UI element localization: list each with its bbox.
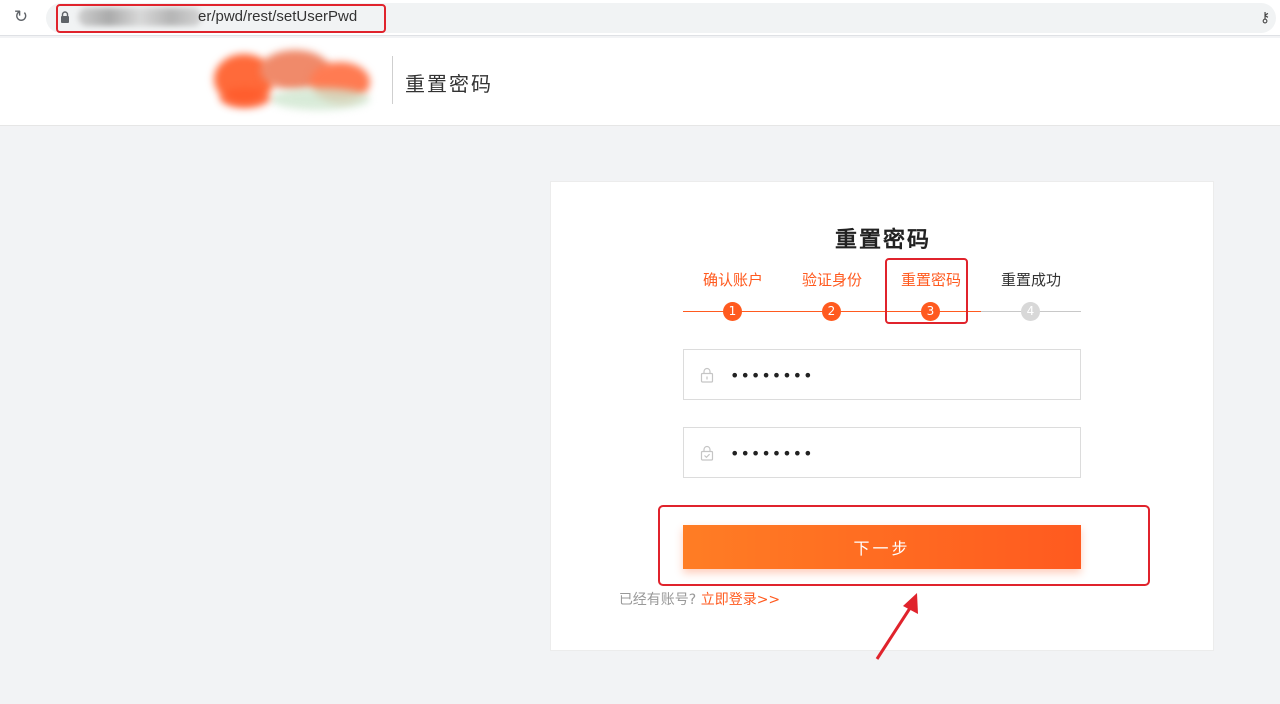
lock-check-icon <box>700 445 714 461</box>
step-number: 1 <box>723 302 742 321</box>
annotation-box-button <box>658 505 1150 586</box>
step-label: 验证身份 <box>801 271 862 289</box>
step-verify-identity: 验证身份 <box>782 266 882 294</box>
header-divider <box>392 56 393 104</box>
login-question: 已经有账号? <box>618 592 697 608</box>
login-now-link[interactable]: 立即登录>> <box>701 592 780 608</box>
step-indicator: 确认账户 1 验证身份 2 重置密码 3 重置成功 4 <box>683 266 1081 326</box>
lock-icon <box>700 367 714 383</box>
new-password-input[interactable] <box>730 362 1060 388</box>
annotation-box-step <box>885 258 968 324</box>
step-number: 4 <box>1021 302 1040 321</box>
step-label: 重置成功 <box>1000 271 1061 289</box>
key-icon[interactable]: ⚷ <box>1260 10 1276 26</box>
annotation-box-url <box>56 4 386 33</box>
step-reset-success: 重置成功 <box>981 266 1081 294</box>
login-prompt: 已经有账号? 立即登录>> <box>0 590 1280 610</box>
step-confirm-account: 确认账户 <box>683 266 783 294</box>
header-title: 重置密码 <box>405 72 493 96</box>
confirm-password-input[interactable] <box>730 440 1060 466</box>
step-label: 确认账户 <box>702 271 763 289</box>
step-number: 2 <box>822 302 841 321</box>
confirm-password-field[interactable] <box>683 427 1081 478</box>
reload-icon[interactable]: ↻ <box>12 8 30 26</box>
new-password-field[interactable] <box>683 349 1081 400</box>
card-title: 重置密码 <box>834 228 931 253</box>
site-header: 重置密码 <box>0 38 1280 126</box>
redacted-logo <box>210 48 382 112</box>
